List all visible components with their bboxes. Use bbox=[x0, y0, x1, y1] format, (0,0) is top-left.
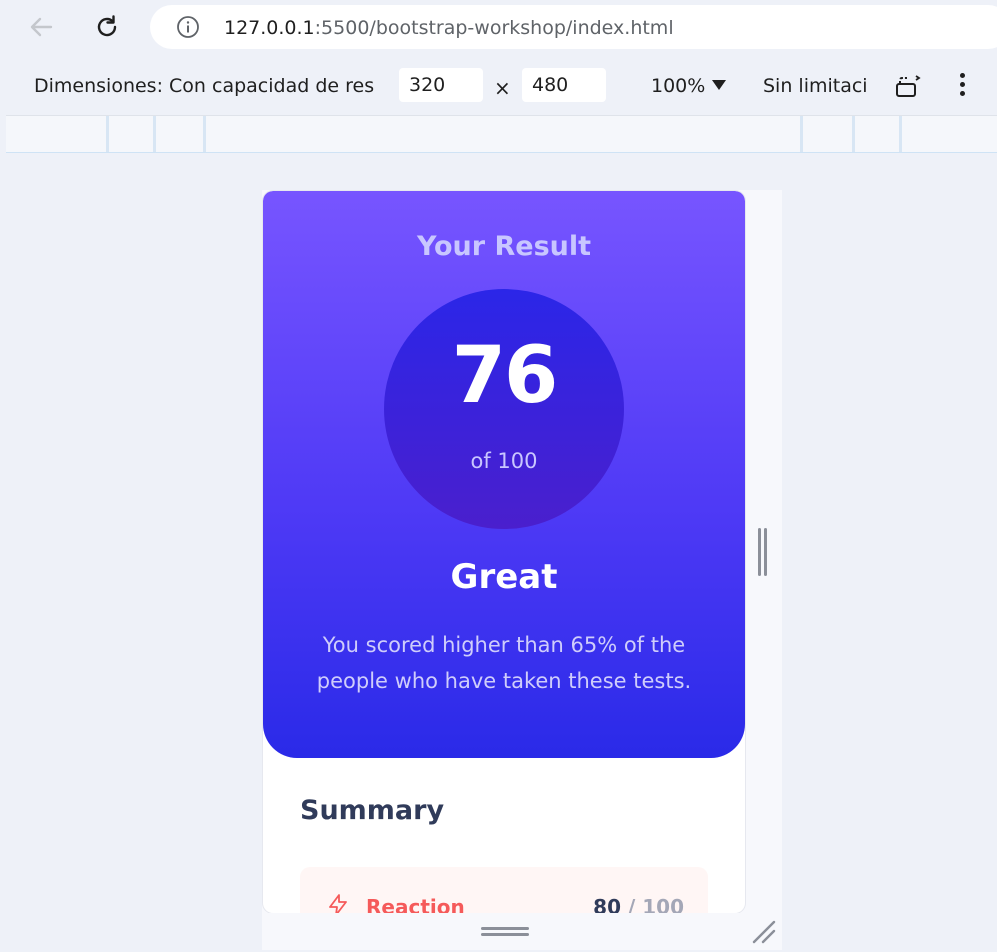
results-page: Your Result 76 of 100 Great You scored h… bbox=[263, 191, 745, 913]
media-query-marker[interactable] bbox=[203, 116, 206, 152]
back-arrow-icon[interactable] bbox=[24, 10, 58, 44]
throttle-dropdown[interactable]: Sin limitaci bbox=[763, 75, 871, 97]
dimensions-dropdown[interactable]: Dimensiones: Con capacidad de res bbox=[34, 75, 374, 97]
result-title: Your Result bbox=[416, 231, 592, 262]
browser-bar: 127.0.0.1:5500/bootstrap-workshop/index.… bbox=[0, 0, 997, 56]
rating-description: You scored higher than 65% of the people… bbox=[316, 633, 692, 693]
media-query-marker[interactable] bbox=[899, 116, 902, 152]
summary-item-label: Reaction bbox=[366, 895, 465, 913]
dimension-separator: × bbox=[494, 76, 511, 100]
result-card: Your Result 76 of 100 Great You scored h… bbox=[263, 191, 745, 758]
rating-title: Great bbox=[450, 557, 558, 597]
summary-item-score-value: 80 bbox=[593, 895, 622, 913]
resize-handle-right[interactable] bbox=[758, 528, 770, 576]
score-total: of 100 bbox=[470, 449, 538, 473]
site-info-icon[interactable] bbox=[176, 15, 200, 39]
url-path: :5500/bootstrap-workshop/index.html bbox=[314, 17, 674, 39]
resize-handle-bottom[interactable] bbox=[263, 913, 745, 950]
summary-item-reaction: Reaction 80 / 100 bbox=[300, 867, 708, 913]
summary-item-score-total: / 100 bbox=[627, 895, 684, 913]
resize-corner-icon[interactable] bbox=[750, 918, 778, 946]
zoom-dropdown[interactable]: 100% bbox=[651, 75, 705, 97]
url-text[interactable]: 127.0.0.1:5500/bootstrap-workshop/index.… bbox=[224, 17, 674, 39]
media-query-marker[interactable] bbox=[153, 116, 156, 152]
width-input[interactable]: 320 bbox=[399, 68, 483, 102]
score-value: 76 bbox=[451, 331, 559, 421]
height-input[interactable]: 480 bbox=[522, 68, 606, 102]
media-query-marker[interactable] bbox=[852, 116, 855, 152]
media-query-marker[interactable] bbox=[106, 116, 109, 152]
summary-title: Summary bbox=[300, 795, 445, 826]
media-query-bar[interactable] bbox=[6, 116, 997, 153]
device-toolbar: Dimensiones: Con capacidad de res 320 × … bbox=[6, 56, 997, 116]
rotate-icon[interactable] bbox=[894, 72, 922, 100]
more-options-icon[interactable] bbox=[956, 70, 968, 102]
lightning-icon bbox=[326, 893, 350, 913]
media-query-marker[interactable] bbox=[800, 116, 803, 152]
caret-down-icon[interactable] bbox=[712, 80, 726, 90]
address-bar[interactable]: 127.0.0.1:5500/bootstrap-workshop/index.… bbox=[150, 5, 997, 49]
reload-icon[interactable] bbox=[90, 10, 124, 44]
url-host: 127.0.0.1 bbox=[224, 17, 315, 39]
summary-item-score: 80 / 100 bbox=[593, 895, 684, 913]
score-circle: 76 of 100 bbox=[384, 289, 624, 529]
